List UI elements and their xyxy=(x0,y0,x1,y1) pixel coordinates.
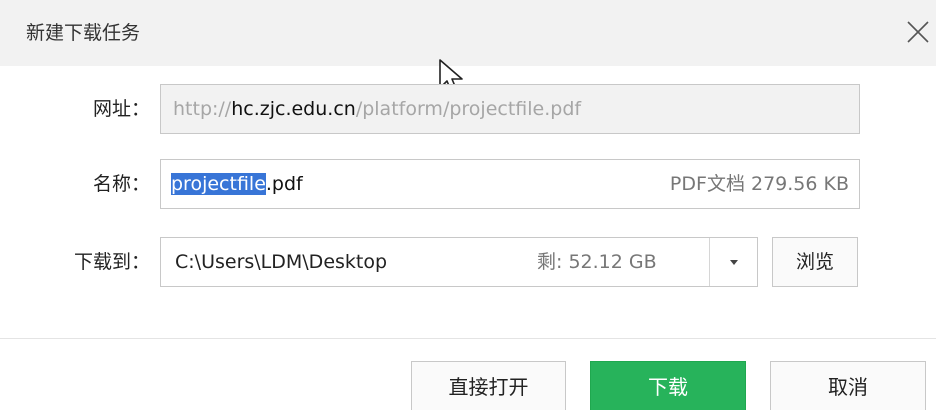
url-field[interactable]: http://hc.zjc.edu.cn/platform/projectfil… xyxy=(160,84,860,134)
save-path-value: C:\Users\LDM\Desktop xyxy=(175,251,388,273)
save-to-label: 下载到： xyxy=(73,251,150,273)
path-dropdown-button[interactable] xyxy=(709,238,758,286)
caret-down-icon xyxy=(730,260,738,265)
cancel-button[interactable]: 取消 xyxy=(770,361,926,410)
title-bar: 新建下载任务 xyxy=(0,0,936,66)
filename-selected-text: projectfile xyxy=(171,173,266,195)
dialog-title: 新建下载任务 xyxy=(26,22,141,44)
open-directly-button[interactable]: 直接打开 xyxy=(411,361,566,410)
name-label: 名称： xyxy=(92,173,150,195)
close-button[interactable] xyxy=(904,18,932,46)
url-host: hc.zjc.edu.cn xyxy=(231,98,356,120)
footer-divider xyxy=(0,338,936,339)
filename-extension: .pdf xyxy=(265,173,303,195)
save-path-combobox[interactable]: C:\Users\LDM\Desktop 剩: 52.12 GB xyxy=(160,237,758,287)
new-download-dialog: 新建下载任务 网址： http://hc.zjc.edu.cn/platform… xyxy=(0,0,936,410)
url-scheme: http:// xyxy=(173,98,232,120)
close-icon xyxy=(907,21,929,43)
download-button[interactable]: 下载 xyxy=(590,361,746,410)
url-label: 网址： xyxy=(92,98,150,120)
free-space-text: 剩: 52.12 GB xyxy=(537,251,657,273)
filename-input[interactable]: projectfile.pdf PDF文档 279.56 KB xyxy=(160,159,860,209)
browse-button[interactable]: 浏览 xyxy=(772,237,858,287)
file-type-size: PDF文档 279.56 KB xyxy=(669,173,849,195)
url-path: /platform/projectfile.pdf xyxy=(355,98,582,120)
